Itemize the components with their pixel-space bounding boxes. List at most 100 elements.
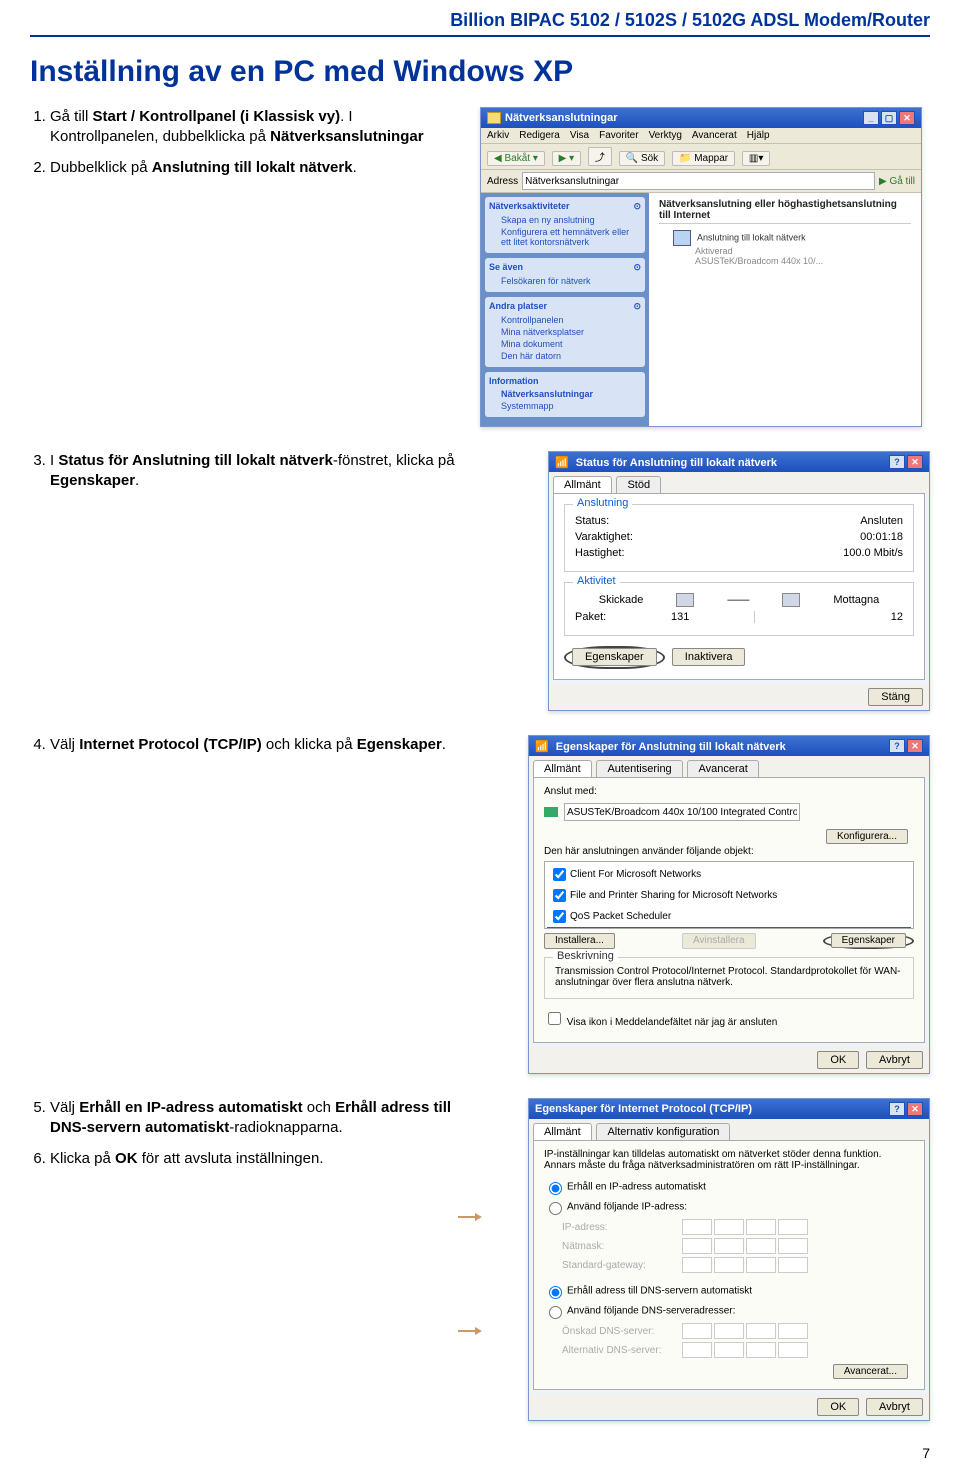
tab-general[interactable]: Allmänt [553, 476, 612, 493]
window-titlebar: Nätverksanslutningar _ ▢ ✕ [481, 108, 921, 128]
step-text-1-2: Gå till Start / Kontrollpanel (i Klassis… [30, 107, 480, 178]
section-3: I Status för Anslutning till lokalt nätv… [30, 451, 930, 711]
connection-group: Anslutning Status:Ansluten Varaktighet:0… [564, 504, 914, 572]
dialog-title: 📶 Status för Anslutning till lokalt nätv… [555, 456, 777, 469]
cancel-button[interactable]: Avbryt [866, 1398, 923, 1416]
address-bar[interactable]: Adress ▶ Gå till [481, 170, 921, 193]
highlighted-properties: Egenskaper [564, 646, 665, 669]
step-3: I Status för Anslutning till lokalt nätv… [50, 451, 460, 492]
explorer-sidebar: Nätverksaktiviteter⊙ Skapa en ny anslutn… [481, 193, 649, 426]
section-title: Inställning av en PC med Windows XP [30, 55, 930, 89]
uses-label: Den här anslutningen använder följande o… [544, 846, 914, 857]
help-icon[interactable]: ? [889, 455, 905, 469]
back-button[interactable]: ◀ Bakåt ▾ [487, 151, 545, 166]
sidebar-item[interactable]: Den här datorn [489, 351, 641, 361]
sidebar-seealso: Se även⊙ Felsökaren för nätverk [485, 258, 645, 292]
step-6: Klicka på OK för att avsluta inställning… [50, 1149, 460, 1169]
install-button[interactable]: Installera... [544, 933, 615, 949]
close-icon[interactable]: ✕ [907, 1102, 923, 1116]
close-icon[interactable]: ✕ [907, 455, 923, 469]
checkbox[interactable] [553, 889, 566, 902]
ok-button[interactable]: OK [817, 1051, 859, 1069]
dialog-title: Egenskaper för Internet Protocol (TCP/IP… [535, 1103, 752, 1115]
protocol-list[interactable]: Client For Microsoft Networks File and P… [544, 861, 914, 929]
tab-alt[interactable]: Alternativ konfiguration [596, 1123, 730, 1140]
adapter-name [564, 803, 800, 821]
connection-item[interactable]: Anslutning till lokalt nätverk Aktiverad… [659, 228, 911, 268]
sidebar-item[interactable]: Skapa en ny anslutning [489, 215, 641, 225]
tab-general[interactable]: Allmänt [533, 1123, 592, 1140]
sidebar-info: Information Nätverksanslutningar Systemm… [485, 372, 645, 417]
radio-auto-ip[interactable]: Erhåll en IP-adress automatiskt [544, 1179, 914, 1195]
tcpip-properties-dialog: Egenskaper för Internet Protocol (TCP/IP… [528, 1098, 930, 1421]
connection-properties-dialog: 📶 Egenskaper för Anslutning till lokalt … [528, 735, 930, 1074]
status-icon: 📶 [535, 741, 549, 753]
explorer-main: Nätverksanslutning eller höghastighetsan… [649, 193, 921, 426]
tab-support[interactable]: Stöd [616, 476, 661, 493]
status-icon: 📶 [555, 457, 569, 469]
sidebar-item[interactable]: Mina nätverksplatser [489, 327, 641, 337]
step-5: Välj Erhåll en IP-adress automatiskt och… [50, 1098, 460, 1139]
tabbar: Allmänt Stöd [549, 472, 929, 493]
category-header: Nätverksanslutning eller höghastighetsan… [659, 199, 911, 224]
sidebar-item[interactable]: Mina dokument [489, 339, 641, 349]
help-icon[interactable]: ? [889, 1102, 905, 1116]
tab-auth[interactable]: Autentisering [596, 760, 682, 777]
activity-icon [782, 593, 800, 607]
step-2: Dubbelklick på Anslutning till lokalt nä… [50, 158, 460, 178]
max-icon[interactable]: ▢ [881, 111, 897, 125]
min-icon[interactable]: _ [863, 111, 879, 125]
tab-adv[interactable]: Avancerat [687, 760, 758, 777]
tabbar: Allmänt Autentisering Avancerat [529, 756, 929, 777]
sidebar-places: Andra platser⊙ Kontrollpanelen Mina nätv… [485, 297, 645, 367]
properties-button[interactable]: Egenskaper [572, 648, 657, 666]
dialog-title: 📶 Egenskaper för Anslutning till lokalt … [535, 740, 786, 753]
menubar[interactable]: ArkivRedigeraVisaFavoriterVerktygAvancer… [481, 128, 921, 144]
radio-manual-dns[interactable]: Använd följande DNS-serveradresser: [544, 1303, 914, 1319]
tab-general[interactable]: Allmänt [533, 760, 592, 777]
cancel-button[interactable]: Avbryt [866, 1051, 923, 1069]
sidebar-item[interactable]: Konfigurera ett hemnätverk eller ett lit… [489, 227, 641, 247]
radio-manual-ip[interactable]: Använd följande IP-adress: [544, 1199, 914, 1215]
info-text: IP-inställningar kan tilldelas automatis… [544, 1149, 914, 1171]
close-icon[interactable]: ✕ [899, 111, 915, 125]
properties-button[interactable]: Egenskaper [831, 933, 906, 948]
advanced-button[interactable]: Avancerat... [833, 1364, 908, 1379]
arrow-icon [458, 1216, 480, 1218]
sidebar-item[interactable]: Felsökaren för nätverk [489, 276, 641, 286]
adapter-icon [544, 807, 558, 817]
checkbox[interactable] [553, 868, 566, 881]
sidebar-item[interactable]: Kontrollpanelen [489, 315, 641, 325]
uninstall-button: Avinstallera [682, 933, 756, 949]
folders-button[interactable]: 📁 Mappar [672, 151, 735, 166]
doc-header: Billion BIPAC 5102 / 5102S / 5102G ADSL … [30, 0, 930, 37]
section-5: Välj Erhåll en IP-adress automatiskt och… [30, 1098, 930, 1421]
radio-auto-dns[interactable]: Erhåll adress till DNS-servern automatis… [544, 1283, 914, 1299]
toolbar[interactable]: ◀ Bakåt ▾ ▶ ▾ ⤴ 🔍 Sök 📁 Mappar ▥▾ [481, 144, 921, 170]
section-1: Gå till Start / Kontrollpanel (i Klassis… [30, 107, 930, 427]
fwd-button[interactable]: ▶ ▾ [552, 151, 582, 166]
tray-checkbox[interactable] [548, 1012, 561, 1025]
step-1: Gå till Start / Kontrollpanel (i Klassis… [50, 107, 460, 148]
arrow-icon [458, 1330, 480, 1332]
help-icon[interactable]: ? [889, 739, 905, 753]
address-input[interactable] [522, 172, 875, 190]
network-connections-window: Nätverksanslutningar _ ▢ ✕ ArkivRedigera… [480, 107, 922, 427]
checkbox[interactable] [553, 910, 566, 923]
step-4: Välj Internet Protocol (TCP/IP) och klic… [50, 735, 460, 755]
up-button[interactable]: ⤴ [588, 147, 612, 166]
ok-button[interactable]: OK [817, 1398, 859, 1416]
folder-icon [487, 112, 501, 124]
description-text: Transmission Control Protocol/Internet P… [555, 966, 903, 988]
search-button[interactable]: 🔍 Sök [619, 151, 665, 166]
configure-button[interactable]: Konfigurera... [826, 829, 908, 844]
page-number: 7 [30, 1445, 930, 1461]
close-button[interactable]: Stäng [868, 688, 923, 706]
sidebar-tasks: Nätverksaktiviteter⊙ Skapa en ny anslutn… [485, 197, 645, 253]
deactivate-button[interactable]: Inaktivera [672, 648, 746, 666]
window-title: Nätverksanslutningar [487, 112, 617, 124]
close-icon[interactable]: ✕ [907, 739, 923, 753]
go-button[interactable]: ▶ Gå till [879, 176, 915, 187]
connect-with-label: Anslut med: [544, 786, 914, 797]
views-button[interactable]: ▥▾ [742, 151, 770, 166]
